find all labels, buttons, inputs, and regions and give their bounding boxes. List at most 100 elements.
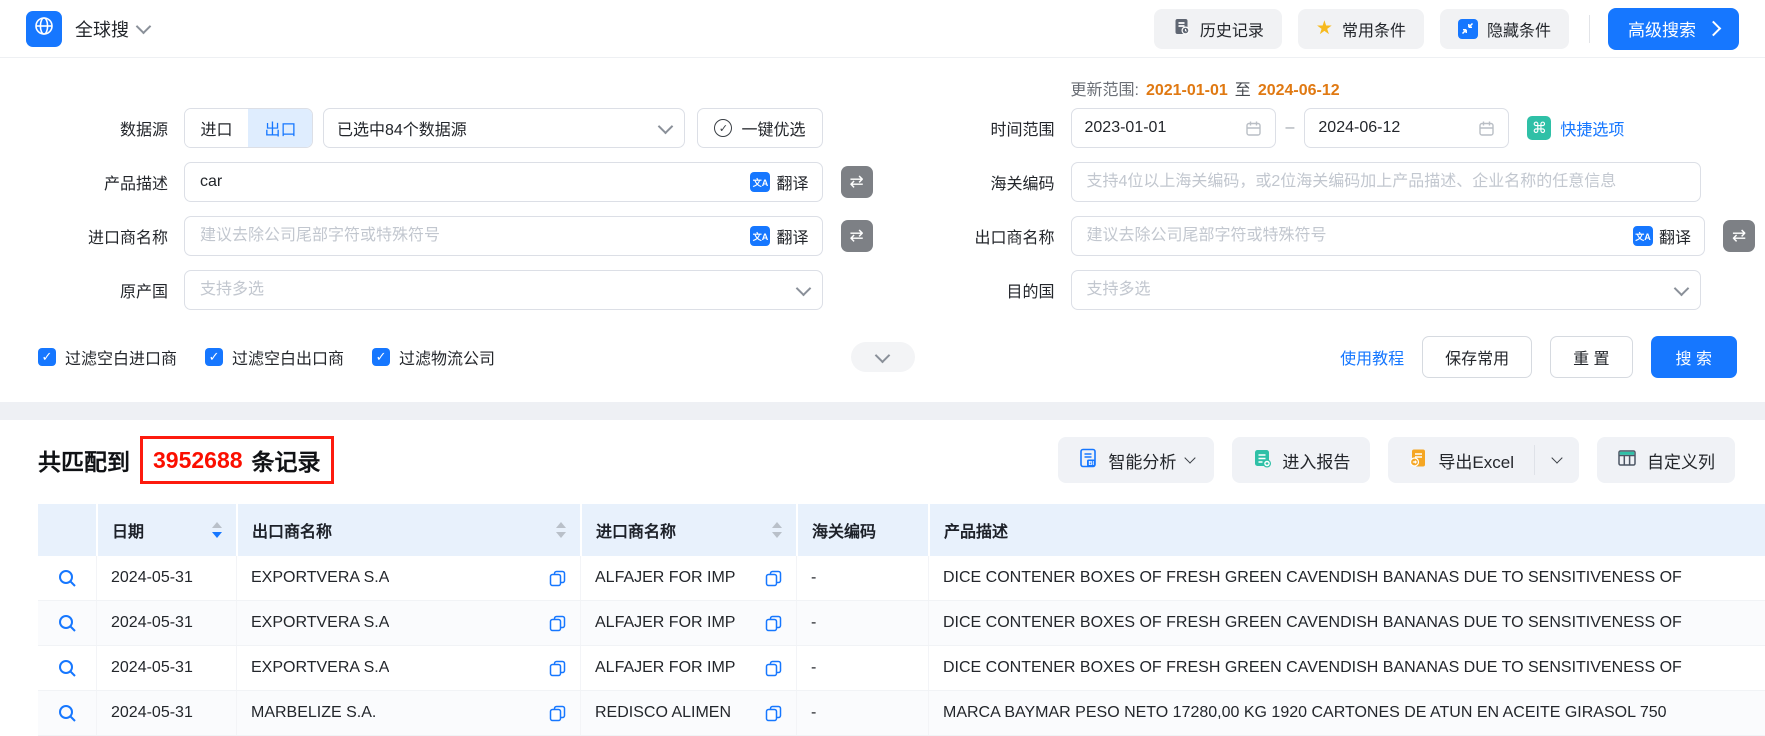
cell-importer: ALFAJER FOR IMP: [595, 614, 735, 632]
copy-icon[interactable]: [541, 660, 566, 677]
chevron-down-icon: [875, 347, 891, 363]
header-importer-label: 进口商名称: [596, 518, 676, 542]
chevron-down-icon: [1674, 280, 1690, 296]
row-detail-search-icon[interactable]: [58, 704, 77, 723]
section-separator: [0, 402, 1765, 420]
table-header: 日期 出口商名称 进口商名称 海关编码 产品描述: [38, 504, 1765, 556]
tab-import[interactable]: 进口: [185, 109, 248, 147]
importer-name-input[interactable]: [198, 226, 750, 246]
translate-button[interactable]: 文A 翻译: [1633, 224, 1691, 248]
update-range-start: 2021-01-01: [1146, 82, 1228, 100]
cell-exporter: MARBELIZE S.A.: [251, 704, 376, 722]
product-desc-input[interactable]: [198, 172, 750, 192]
app-name: 全球搜: [75, 16, 129, 42]
dest-country-input[interactable]: [1085, 280, 1667, 300]
exporter-name-input[interactable]: [1085, 226, 1633, 246]
hide-conditions-button[interactable]: 隐藏条件: [1440, 9, 1569, 49]
filter-logistics-checkbox[interactable]: ✓ 过滤物流公司: [372, 345, 495, 369]
smart-analysis-button[interactable]: BI 智能分析: [1058, 437, 1214, 483]
origin-country-input[interactable]: [198, 280, 788, 300]
quick-options-link[interactable]: 快捷选项: [1560, 116, 1624, 140]
header-exporter[interactable]: 出口商名称: [236, 504, 580, 556]
sort-icon[interactable]: [764, 522, 782, 538]
dest-country-label: 目的国: [883, 278, 1071, 302]
reset-button[interactable]: 重 置: [1550, 336, 1632, 378]
sort-icon[interactable]: [204, 522, 222, 538]
custom-columns-label: 自定义列: [1647, 448, 1715, 473]
copy-icon[interactable]: [757, 705, 782, 722]
filter-blank-importer-checkbox[interactable]: ✓ 过滤空白进口商: [38, 345, 177, 369]
collapse-icon: [1458, 19, 1478, 39]
row-detail-search-icon[interactable]: [58, 614, 77, 633]
time-range-label: 时间范围: [883, 116, 1071, 140]
global-search-page: 全球搜 历史记录 ★ 常用条件 隐藏条件: [0, 0, 1765, 736]
translate-button[interactable]: 文A 翻译: [750, 170, 808, 194]
update-range-end: 2024-06-12: [1258, 82, 1340, 100]
copy-icon[interactable]: [757, 615, 782, 632]
translate-label: 翻译: [776, 170, 808, 194]
header-importer[interactable]: 进口商名称: [580, 504, 796, 556]
advanced-search-button[interactable]: 高级搜索: [1608, 8, 1739, 50]
swap-icon[interactable]: ⇄: [841, 220, 873, 252]
one-click-optimize-button[interactable]: ✓ 一键优选: [697, 108, 822, 148]
copy-icon[interactable]: [541, 570, 566, 587]
chevron-down-icon: [1185, 452, 1196, 463]
export-options-button[interactable]: [1535, 437, 1579, 483]
custom-columns-button[interactable]: 自定义列: [1597, 437, 1735, 483]
start-date-input[interactable]: 2023-01-01: [1071, 108, 1276, 148]
end-date-input[interactable]: 2024-06-12: [1304, 108, 1509, 148]
tab-export[interactable]: 出口: [248, 109, 312, 147]
match-prefix: 共匹配到: [38, 443, 130, 477]
history-button[interactable]: 历史记录: [1154, 9, 1282, 49]
checkbox-checked-icon: ✓: [372, 348, 390, 366]
table-row: 2024-05-31 EXPORTVERA S.A ALFAJER FOR IM…: [38, 556, 1765, 601]
origin-country-select[interactable]: [184, 270, 823, 310]
data-source-selected: 已选中84个数据源: [337, 116, 467, 140]
origin-country-label: 原产国: [0, 278, 184, 302]
header-exporter-label: 出口商名称: [252, 518, 332, 542]
data-source-select[interactable]: 已选中84个数据源: [323, 108, 685, 148]
export-excel-button[interactable]: 导出Excel: [1388, 437, 1534, 483]
chevron-down-icon: [1551, 452, 1562, 463]
header-hs-code: 海关编码: [796, 504, 928, 556]
translate-icon: 文A: [750, 226, 770, 246]
date-range-dash: –: [1286, 119, 1295, 137]
filter-label: 过滤空白出口商: [232, 345, 344, 369]
header-hs-code-label: 海关编码: [812, 518, 876, 542]
row-detail-search-icon[interactable]: [58, 569, 77, 588]
swap-icon[interactable]: ⇄: [841, 166, 873, 198]
cell-product: DICE CONTENER BOXES OF FRESH GREEN CAVEN…: [943, 569, 1682, 587]
header-date[interactable]: 日期: [96, 504, 236, 556]
hs-code-input[interactable]: [1085, 172, 1688, 192]
translate-label: 翻译: [776, 224, 808, 248]
divider: [1589, 15, 1590, 43]
copy-icon[interactable]: [757, 570, 782, 587]
filter-label: 过滤物流公司: [399, 345, 495, 369]
collapse-form-button[interactable]: [851, 342, 915, 372]
header-product-label: 产品描述: [944, 518, 1008, 542]
chevron-down-icon[interactable]: [136, 19, 152, 35]
sort-icon[interactable]: [548, 522, 566, 538]
copy-icon[interactable]: [541, 615, 566, 632]
cell-hs-code: -: [811, 614, 816, 632]
search-button[interactable]: 搜 索: [1651, 336, 1737, 378]
tutorial-link[interactable]: 使用教程: [1340, 345, 1404, 369]
hs-code-label: 海关编码: [883, 170, 1071, 194]
copy-icon[interactable]: [757, 660, 782, 677]
filter-blank-exporter-checkbox[interactable]: ✓ 过滤空白出口商: [205, 345, 344, 369]
save-common-button[interactable]: 保存常用: [1422, 336, 1532, 378]
row-detail-search-icon[interactable]: [58, 659, 77, 678]
dest-country-select[interactable]: [1071, 270, 1702, 310]
match-count: 3952688: [153, 447, 243, 474]
results-header: 共匹配到 3952688 条记录 BI 智能分析: [0, 420, 1765, 496]
enter-report-button[interactable]: 进入报告: [1232, 437, 1370, 483]
translate-button[interactable]: 文A 翻译: [750, 224, 808, 248]
copy-icon[interactable]: [541, 705, 566, 722]
export-excel-label: 导出Excel: [1438, 448, 1514, 473]
favorite-conditions-button[interactable]: ★ 常用条件: [1298, 9, 1424, 49]
export-excel-group: 导出Excel: [1388, 437, 1579, 483]
swap-icon[interactable]: ⇄: [1723, 220, 1755, 252]
match-suffix: 条记录: [252, 443, 321, 477]
chevron-down-icon: [795, 280, 811, 296]
chevron-right-icon: [1706, 21, 1722, 37]
